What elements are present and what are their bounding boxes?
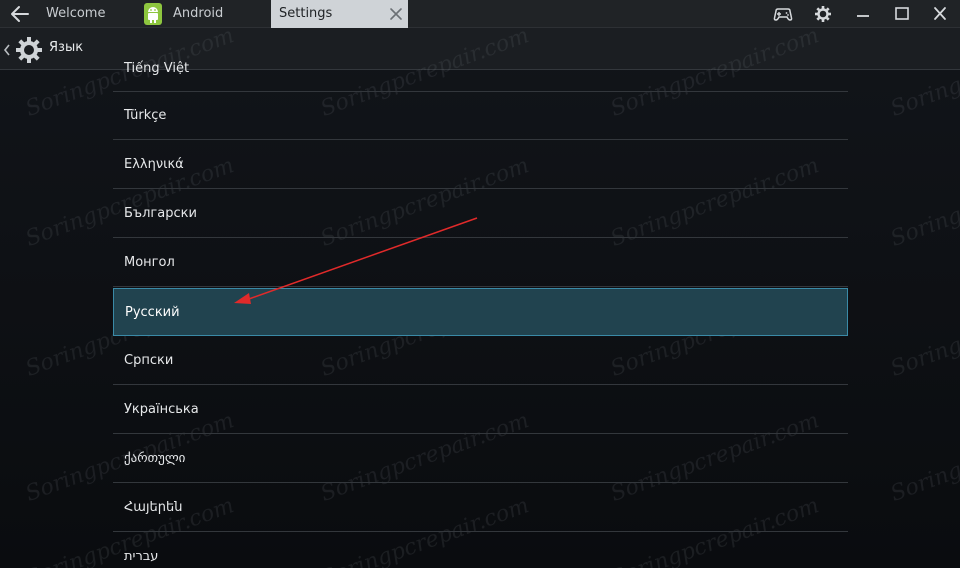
tab-settings[interactable]: Settings — [271, 0, 408, 28]
language-item[interactable]: Հայերեն — [113, 484, 848, 532]
language-item[interactable]: עברית — [113, 533, 848, 568]
language-label: Українська — [124, 402, 199, 417]
language-label: Српски — [124, 353, 174, 368]
gamepad-icon[interactable] — [772, 4, 794, 24]
page-title: Язык — [49, 40, 84, 55]
language-label: Български — [124, 206, 197, 221]
close-icon[interactable] — [388, 6, 404, 22]
android-icon — [144, 3, 162, 25]
language-item[interactable]: Русский — [113, 288, 848, 336]
language-item[interactable]: Türkçe — [113, 92, 848, 140]
minimize-icon[interactable] — [852, 4, 874, 24]
language-item[interactable]: Українська — [113, 386, 848, 434]
language-item[interactable]: Български — [113, 190, 848, 238]
gear-icon[interactable] — [812, 4, 834, 24]
language-label: Հայերեն — [124, 500, 183, 515]
language-label: ქართული — [124, 451, 186, 466]
language-item[interactable]: Tiếng Việt — [113, 61, 848, 92]
language-label: Русский — [125, 305, 180, 320]
watermark-text: Soringpcrepair.com — [887, 153, 960, 252]
language-item[interactable]: ქართული — [113, 435, 848, 483]
language-label: Türkçe — [124, 108, 167, 123]
tab-welcome[interactable]: Welcome — [38, 0, 134, 28]
language-item[interactable]: Ελληνικά — [113, 141, 848, 189]
back-arrow-icon[interactable] — [8, 3, 32, 25]
language-label: Tiếng Việt — [124, 61, 190, 76]
language-item[interactable]: Монгол — [113, 239, 848, 287]
tab-label: Settings — [279, 6, 333, 21]
tab-label: Android — [173, 6, 224, 21]
watermark-text: Soringpcrepair.com — [887, 408, 960, 507]
window-titlebar: Welcome Android Settings — [0, 0, 960, 28]
watermark-text: Soringpcrepair.com — [887, 283, 960, 382]
tab-android[interactable]: Android — [138, 0, 268, 28]
language-label: Ελληνικά — [124, 157, 184, 172]
settings-gear-icon[interactable] — [2, 36, 48, 64]
app-window: Welcome Android Settings Язык Soringpcre… — [0, 0, 960, 568]
tab-label: Welcome — [46, 6, 106, 21]
window-close-icon[interactable] — [929, 4, 951, 24]
language-label: Монгол — [124, 255, 175, 270]
language-label: עברית — [124, 549, 159, 564]
language-item[interactable]: Српски — [113, 337, 848, 385]
maximize-icon[interactable] — [891, 4, 913, 24]
